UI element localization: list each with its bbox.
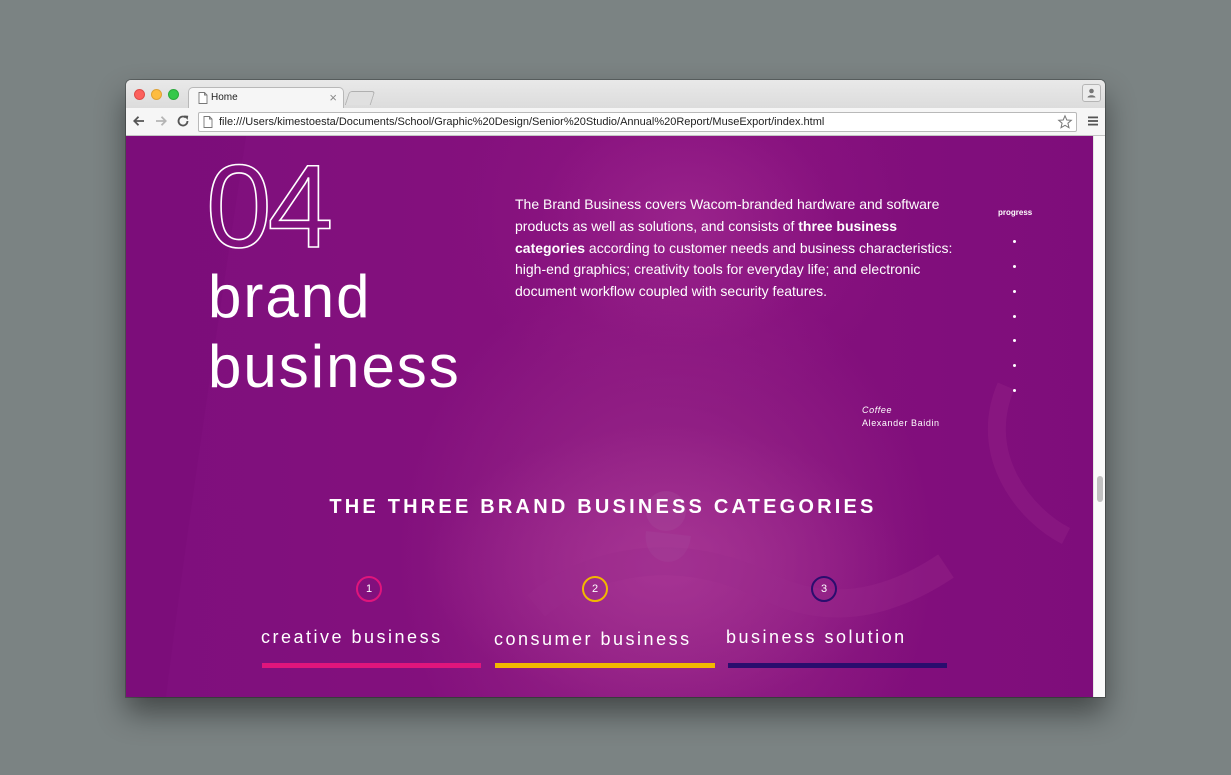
- progress-label: progress: [998, 208, 1033, 217]
- categories-heading: THE THREE BRAND BUSINESS CATEGORIES: [329, 496, 877, 518]
- address-bar[interactable]: file:///Users/kimestoesta/Documents/Scho…: [198, 112, 1077, 132]
- progress-dot[interactable]: [1013, 364, 1016, 367]
- section-title-line-1: brand: [208, 263, 372, 330]
- profile-button[interactable]: [1082, 84, 1101, 102]
- category-label: business solution: [726, 627, 907, 647]
- progress-dot[interactable]: [1013, 240, 1016, 243]
- tab-close-button[interactable]: ×: [329, 90, 337, 105]
- category-number-badge: 3: [811, 576, 837, 602]
- page-icon: [198, 92, 208, 104]
- category-number-badge: 2: [582, 576, 608, 602]
- new-tab-button[interactable]: [344, 91, 376, 105]
- tab-home[interactable]: Home ×: [188, 87, 344, 108]
- section-title-line-2: business: [208, 333, 461, 400]
- category-underline-bar: [262, 663, 481, 668]
- progress-dot[interactable]: [1013, 265, 1016, 268]
- category-underline-bar: [728, 663, 947, 668]
- artwork-credit: Coffee Alexander Baidin: [862, 404, 940, 430]
- tab-title: Home: [211, 92, 238, 103]
- profile-icon: [1087, 88, 1096, 98]
- section-number: 04: [205, 141, 334, 273]
- scrollbar-thumb[interactable]: [1097, 476, 1103, 502]
- category-number-badge: 1: [356, 576, 382, 602]
- credit-author: Alexander Baidin: [862, 418, 940, 428]
- forward-icon[interactable]: [153, 113, 169, 129]
- progress-dot[interactable]: [1013, 339, 1016, 342]
- section-title: brand business: [208, 262, 461, 402]
- page-viewport: 04 brand business The Brand Business cov…: [126, 136, 1105, 697]
- progress-dot[interactable]: [1013, 315, 1016, 318]
- vertical-scrollbar[interactable]: [1093, 136, 1105, 697]
- toolbar: file:///Users/kimestoesta/Documents/Scho…: [126, 108, 1105, 136]
- progress-dot[interactable]: [1013, 389, 1016, 392]
- browser-window: Home × file:///Users/kimestoesta/Documen…: [126, 80, 1105, 697]
- back-icon[interactable]: [131, 113, 147, 129]
- url-text: file:///Users/kimestoesta/Documents/Scho…: [219, 116, 825, 128]
- reload-icon[interactable]: [175, 113, 191, 129]
- category-underline-bar: [495, 663, 715, 668]
- bookmark-star-icon[interactable]: [1057, 114, 1073, 130]
- tab-strip: Home ×: [126, 80, 1105, 108]
- close-window-button[interactable]: [134, 89, 145, 100]
- zoom-window-button[interactable]: [168, 89, 179, 100]
- minimize-window-button[interactable]: [151, 89, 162, 100]
- category-label: consumer business: [494, 629, 692, 649]
- credit-title: Coffee: [862, 405, 893, 415]
- category-label: creative business: [261, 627, 443, 647]
- intro-paragraph: The Brand Business covers Wacom-branded …: [515, 194, 955, 303]
- progress-dot[interactable]: [1013, 290, 1016, 293]
- menu-icon[interactable]: [1087, 115, 1099, 127]
- page-icon: [203, 116, 213, 128]
